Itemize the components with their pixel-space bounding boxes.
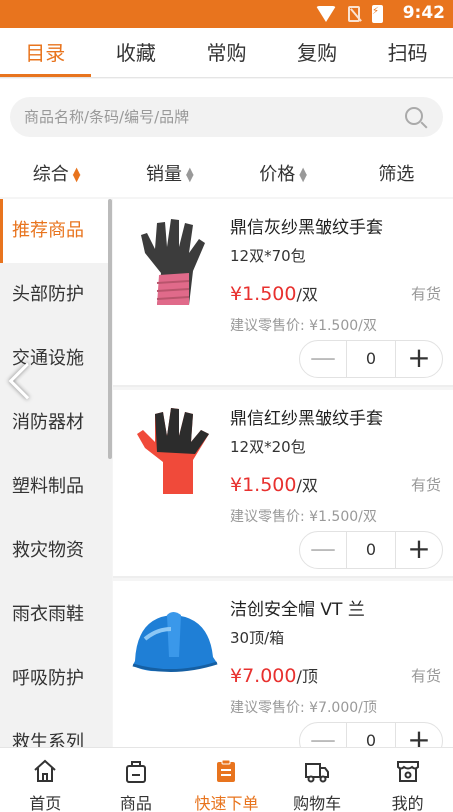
category-item-plastic[interactable]: 塑料制品 xyxy=(0,455,112,519)
sort-price-label: 价格 xyxy=(259,164,296,185)
suggested-price: 建议零售价: ¥1.500/双 xyxy=(230,509,377,525)
status-bar: 9:42 xyxy=(0,0,453,28)
search-icon[interactable] xyxy=(405,107,423,125)
product-name[interactable]: 鼎信红纱黑皱纹手套 xyxy=(230,404,383,429)
product-card[interactable]: 鼎信红纱黑皱纹手套 12双*20包 ¥1.500/双 有货 建议零售价: ¥1.… xyxy=(113,390,453,578)
product-price: ¥1.500/双 xyxy=(230,472,318,496)
quantity-stepper: — 0 + xyxy=(299,340,443,378)
suggested-price: 建议零售价: ¥1.500/双 xyxy=(230,318,377,334)
category-item-recommended[interactable]: 推荐商品 xyxy=(0,199,112,263)
store-icon xyxy=(396,761,419,782)
category-item-fire[interactable]: 消防器材 xyxy=(0,391,112,455)
nav-cart-label: 购物车 xyxy=(293,794,342,812)
decrease-button[interactable]: — xyxy=(300,723,346,747)
status-icons xyxy=(316,5,383,23)
category-sidebar[interactable]: 推荐商品 头部防护 交通设施 消防器材 塑料制品 救灾物资 雨衣雨鞋 呼吸防护 … xyxy=(0,199,112,747)
sidebar-scrollbar[interactable] xyxy=(108,199,112,459)
suggested-price: 建议零售价: ¥7.000/顶 xyxy=(230,700,377,716)
product-name[interactable]: 洁创安全帽 VT 兰 xyxy=(230,595,365,620)
red-glove-image xyxy=(137,408,209,494)
decrease-button[interactable]: — xyxy=(300,532,346,568)
nav-mine-label: 我的 xyxy=(391,794,424,812)
home-icon xyxy=(34,759,56,782)
category-item-lifesaving[interactable]: 救生系列 xyxy=(0,711,112,747)
truck-icon xyxy=(305,763,330,783)
category-item-raingear[interactable]: 雨衣雨鞋 xyxy=(0,583,112,647)
category-item-head-protection[interactable]: 头部防护 xyxy=(0,263,112,327)
quantity-stepper: — 0 + xyxy=(299,531,443,569)
tab-favorites[interactable]: 收藏 xyxy=(91,28,182,77)
product-list[interactable]: 鼎信灰纱黑皱纹手套 12双*70包 ¥1.500/双 有货 建议零售价: ¥1.… xyxy=(113,199,453,747)
product-spec: 30顶/箱 xyxy=(230,629,285,647)
product-spec: 12双*20包 xyxy=(230,438,306,456)
price-unit: /双 xyxy=(296,476,318,495)
tab-frequent[interactable]: 常购 xyxy=(181,28,272,77)
price-value: ¥7.000 xyxy=(230,665,297,687)
bag-icon xyxy=(125,761,146,783)
sort-arrows-icon: ▲ ▼ xyxy=(299,166,307,184)
top-tabs: 目录 收藏 常购 复购 扫码 xyxy=(0,28,453,78)
price-value: ¥1.500 xyxy=(230,474,297,496)
nav-cart[interactable]: 购物车 xyxy=(272,748,363,812)
battery-icon xyxy=(372,5,383,23)
clipboard-icon xyxy=(217,759,236,782)
filter-label: 筛选 xyxy=(378,164,415,185)
quantity-input[interactable]: 0 xyxy=(346,341,396,377)
search-section xyxy=(0,79,453,155)
product-card[interactable]: 洁创安全帽 VT 兰 30顶/箱 ¥7.000/顶 有货 建议零售价: ¥7.0… xyxy=(113,581,453,747)
price-unit: /顶 xyxy=(296,667,318,686)
nav-mine[interactable]: 我的 xyxy=(362,748,453,812)
nav-quick-order-label: 快速下单 xyxy=(194,794,259,812)
no-sim-icon xyxy=(348,6,360,22)
sort-comprehensive[interactable]: 综合 ▲ ▼ xyxy=(0,155,113,197)
product-price: ¥7.000/顶 xyxy=(230,663,318,687)
nav-quick-order[interactable]: 快速下单 xyxy=(181,748,272,812)
sort-arrows-icon: ▲ ▼ xyxy=(72,166,81,184)
wifi-icon xyxy=(316,6,336,22)
nav-home[interactable]: 首页 xyxy=(0,748,91,812)
status-time: 9:42 xyxy=(402,3,445,23)
tab-catalog[interactable]: 目录 xyxy=(0,28,91,77)
product-spec: 12双*70包 xyxy=(230,247,306,265)
tab-scan[interactable]: 扫码 xyxy=(362,28,453,77)
price-value: ¥1.500 xyxy=(230,283,297,305)
increase-button[interactable]: + xyxy=(396,341,442,377)
sort-sales-label: 销量 xyxy=(146,164,183,185)
search-input[interactable] xyxy=(10,97,380,137)
filter-button[interactable]: 筛选 xyxy=(340,155,453,197)
decrease-button[interactable]: — xyxy=(300,341,346,377)
category-item-respiratory[interactable]: 呼吸防护 xyxy=(0,647,112,711)
blue-helmet-image xyxy=(132,612,218,672)
search-box xyxy=(10,97,443,137)
stock-status: 有货 xyxy=(410,476,441,494)
product-price: ¥1.500/双 xyxy=(230,281,318,305)
sort-sales[interactable]: 销量 ▲ ▼ xyxy=(113,155,226,197)
stock-status: 有货 xyxy=(410,667,441,685)
quantity-input[interactable]: 0 xyxy=(346,532,396,568)
sort-comprehensive-label: 综合 xyxy=(32,164,69,185)
nav-products[interactable]: 商品 xyxy=(91,748,182,812)
gray-glove-image xyxy=(141,219,205,305)
stock-status: 有货 xyxy=(410,285,441,303)
increase-button[interactable]: + xyxy=(396,532,442,568)
quantity-stepper: — 0 + xyxy=(299,722,443,747)
category-item-disaster[interactable]: 救灾物资 xyxy=(0,519,112,583)
sort-arrows-icon: ▲ ▼ xyxy=(186,166,194,184)
sort-bar: 综合 ▲ ▼ 销量 ▲ ▼ 价格 ▲ ▼ 筛选 xyxy=(0,155,453,197)
tab-repurchase[interactable]: 复购 xyxy=(272,28,363,77)
nav-products-label: 商品 xyxy=(119,794,152,812)
increase-button[interactable]: + xyxy=(396,723,442,747)
product-name[interactable]: 鼎信灰纱黑皱纹手套 xyxy=(230,213,383,238)
bottom-nav: 首页 商品 快速下单 购物车 我的 xyxy=(0,747,453,812)
quantity-input[interactable]: 0 xyxy=(346,723,396,747)
price-unit: /双 xyxy=(296,285,318,304)
product-card[interactable]: 鼎信灰纱黑皱纹手套 12双*70包 ¥1.500/双 有货 建议零售价: ¥1.… xyxy=(113,199,453,387)
sort-price[interactable]: 价格 ▲ ▼ xyxy=(227,155,340,197)
nav-home-label: 首页 xyxy=(29,794,62,812)
